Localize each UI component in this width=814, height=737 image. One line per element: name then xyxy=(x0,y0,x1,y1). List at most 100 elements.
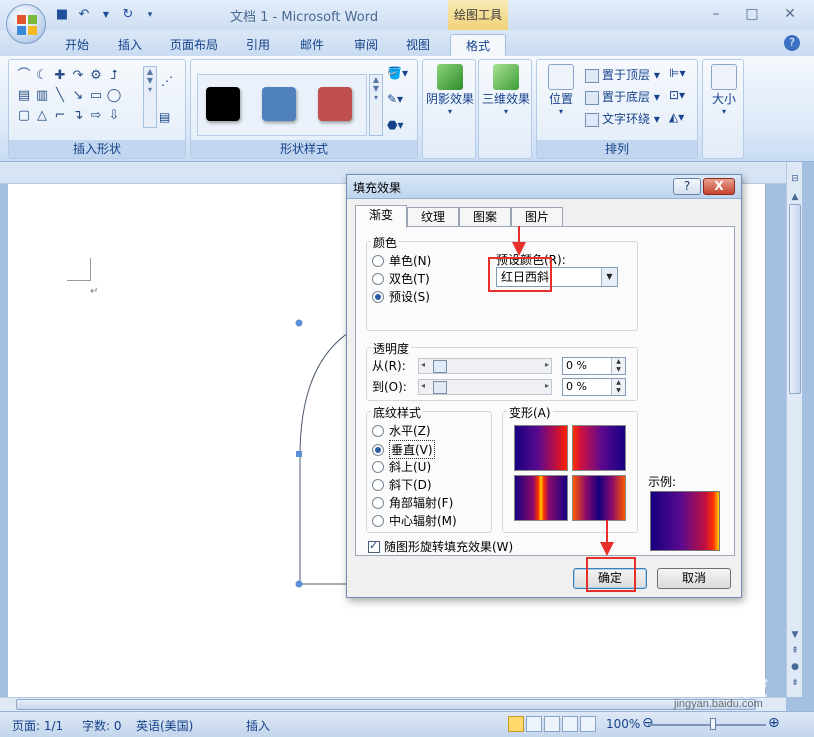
change-shape-icon[interactable]: ⬣▾ xyxy=(387,118,404,132)
tab-review[interactable]: 审阅 xyxy=(348,34,384,56)
radio-preset[interactable]: 预设(S) xyxy=(372,288,430,305)
radio-button-selected[interactable] xyxy=(372,290,384,303)
dialog-title-bar[interactable]: 填充效果 ? X xyxy=(347,175,741,199)
resize-handle[interactable] xyxy=(295,580,303,588)
triangle-icon[interactable]: △ xyxy=(33,106,51,126)
tab-texture[interactable]: 纹理 xyxy=(407,207,459,227)
radio-button[interactable] xyxy=(372,272,384,285)
edit-shape-icon[interactable]: ⋰ xyxy=(161,74,173,88)
resize-handle[interactable] xyxy=(296,451,302,457)
shadow-effect-button[interactable]: 阴影效果 ▾ xyxy=(425,64,475,116)
tab-home[interactable]: 开始 xyxy=(58,34,96,56)
style-gallery-scroll[interactable]: ▲ ▼ ▾ xyxy=(369,74,383,136)
tab-gradient[interactable]: 渐变 xyxy=(355,205,407,228)
radio-button[interactable] xyxy=(372,478,384,491)
shape-fill-icon[interactable]: 🪣▾ xyxy=(387,66,408,80)
radio-diagonal-down[interactable]: 斜下(D) xyxy=(372,476,432,493)
rotate-icon[interactable]: ◭▾ xyxy=(669,110,684,124)
variant-3[interactable] xyxy=(514,475,568,521)
scroll-up-icon[interactable]: ▲ xyxy=(787,192,803,202)
down-arrow-icon[interactable]: ⇩ xyxy=(105,106,123,126)
ruler-toggle-icon[interactable]: ⊟ xyxy=(787,174,803,184)
rotation-handle[interactable] xyxy=(295,319,303,327)
arrow-line-icon[interactable]: ↘ xyxy=(69,86,87,106)
radio-button[interactable] xyxy=(372,424,384,437)
shape-outline-icon[interactable]: ✎▾ xyxy=(387,92,403,106)
radio-vertical[interactable]: 垂直(V) xyxy=(372,440,435,459)
next-page-icon[interactable]: ⇟ xyxy=(787,678,803,688)
full-screen-reading-icon[interactable] xyxy=(526,716,542,732)
tab-insert[interactable]: 插入 xyxy=(112,34,148,56)
checkbox-checked[interactable] xyxy=(368,539,380,553)
transparency-from-spinner[interactable]: 0 % ▲ ▼ xyxy=(562,357,626,375)
transparency-from-slider[interactable]: ◂ ▸ xyxy=(418,358,552,374)
zoom-slider-knob[interactable] xyxy=(710,718,716,730)
language[interactable]: 英语(美国) xyxy=(136,717,193,734)
moon-shape-icon[interactable]: ☾ xyxy=(33,66,51,86)
shape-gallery-scroll[interactable]: ▲ ▼ ▾ xyxy=(143,66,157,128)
elbow-connector-icon[interactable]: ⌐ xyxy=(51,106,69,126)
close-window-button[interactable]: ✕ xyxy=(778,4,802,24)
dropdown-arrow-icon[interactable]: ▼ xyxy=(601,268,617,286)
radio-button[interactable] xyxy=(372,496,384,509)
align-icon[interactable]: ⊫▾ xyxy=(669,66,685,80)
vertical-textbox-icon[interactable]: ▥ xyxy=(33,86,51,106)
page-count[interactable]: 页面: 1/1 xyxy=(12,717,63,734)
style-swatch-red[interactable] xyxy=(318,87,352,121)
tab-mailings[interactable]: 邮件 xyxy=(294,34,330,56)
previous-page-icon[interactable]: ⇞ xyxy=(787,646,803,656)
radio-from-corner[interactable]: 角部辐射(F) xyxy=(372,494,453,511)
cross-shape-icon[interactable]: ✚ xyxy=(51,66,69,86)
variant-2[interactable] xyxy=(572,425,626,471)
redo-icon[interactable]: ↻ xyxy=(120,7,136,23)
gear-shape-icon[interactable]: ⚙ xyxy=(87,66,105,86)
undo-icon[interactable]: ↶ xyxy=(76,7,92,23)
cancel-button[interactable]: 取消 xyxy=(657,568,731,589)
slider-thumb[interactable] xyxy=(433,381,447,394)
variant-1[interactable] xyxy=(514,425,568,471)
position-button[interactable]: 位置 ▾ xyxy=(541,64,581,116)
tab-picture[interactable]: 图片 xyxy=(511,207,563,227)
group-objects-icon[interactable]: ⊡▾ xyxy=(669,88,685,102)
insert-mode[interactable]: 插入 xyxy=(246,717,270,734)
vertical-scroll-thumb[interactable] xyxy=(789,204,801,394)
tab-view[interactable]: 视图 xyxy=(400,34,436,56)
radio-button[interactable] xyxy=(372,514,384,527)
radio-one-color[interactable]: 单色(N) xyxy=(372,252,431,269)
browse-object-icon[interactable]: ● xyxy=(787,662,803,672)
zoom-out-icon[interactable]: ⊖ xyxy=(642,715,654,731)
rectangle-icon[interactable]: ▭ xyxy=(87,86,105,106)
shape-gallery[interactable]: ⌒ ☾ ✚ ↷ ⚙ ⮥ ▤ ▥ ╲ ↘ ▭ ◯ ▢ △ ⌐ ↴ ⇨ ⇩ xyxy=(15,66,141,128)
radio-button[interactable] xyxy=(372,254,384,267)
bring-to-front-button[interactable]: 置于顶层 ▾ xyxy=(585,66,660,83)
spinner-arrows-icon[interactable]: ▲ ▼ xyxy=(611,379,625,395)
transparency-to-spinner[interactable]: 0 % ▲ ▼ xyxy=(562,378,626,396)
variant-4[interactable] xyxy=(572,475,626,521)
scroll-down-icon[interactable]: ▼ xyxy=(787,630,803,640)
arc-shape-icon[interactable]: ⌒ xyxy=(15,66,33,86)
outline-icon[interactable] xyxy=(562,716,578,732)
dropdown-arrow-icon[interactable]: ▼ xyxy=(98,7,114,23)
dialog-close-button[interactable]: X xyxy=(703,178,735,195)
right-arrow-icon[interactable]: ⇨ xyxy=(87,106,105,126)
save-icon[interactable]: ■ xyxy=(54,7,70,23)
radio-horizontal[interactable]: 水平(Z) xyxy=(372,422,431,439)
radio-two-colors[interactable]: 双色(T) xyxy=(372,270,430,287)
dialog-help-button[interactable]: ? xyxy=(673,178,701,195)
print-layout-icon[interactable] xyxy=(508,716,524,732)
maximize-button[interactable]: □ xyxy=(740,4,764,24)
word-count[interactable]: 字数: 0 xyxy=(82,717,122,734)
tab-pattern[interactable]: 图案 xyxy=(459,207,511,227)
vertical-scrollbar[interactable]: ⊟ ▲ ▼ ⇞ ● ⇟ xyxy=(786,162,802,697)
zoom-level[interactable]: 100% xyxy=(606,717,640,731)
zoom-in-icon[interactable]: ⊕ xyxy=(768,715,780,731)
radio-button-selected[interactable] xyxy=(372,443,384,456)
rotate-with-shape-checkbox[interactable]: 随图形旋转填充效果(W) xyxy=(368,538,513,555)
textbox-icon[interactable]: ▤ xyxy=(15,86,33,106)
minimize-button[interactable]: – xyxy=(704,4,728,24)
radio-from-center[interactable]: 中心辐射(M) xyxy=(372,512,457,529)
oval-icon[interactable]: ◯ xyxy=(105,86,123,106)
rounded-rect-icon[interactable]: ▢ xyxy=(15,106,33,126)
radio-button[interactable] xyxy=(372,460,384,473)
tab-page-layout[interactable]: 页面布局 xyxy=(166,34,222,56)
